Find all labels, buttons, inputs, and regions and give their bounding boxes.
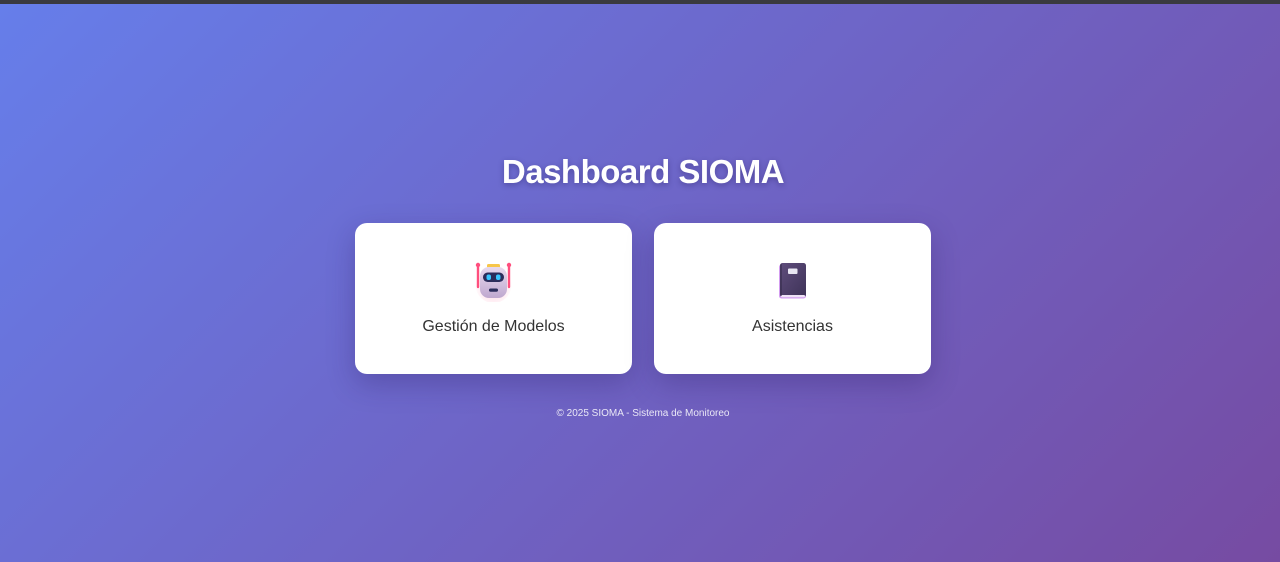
top-border xyxy=(0,0,1280,4)
card-label: Asistencias xyxy=(752,318,833,335)
page-title: Dashboard SIOMA xyxy=(501,153,785,190)
dashboard-cards: Gestión de Modelos Asistencias xyxy=(355,223,931,374)
card-gestion-modelos[interactable]: Gestión de Modelos xyxy=(355,223,632,374)
robot-icon xyxy=(475,262,512,302)
notebook-icon xyxy=(779,263,806,299)
card-asistencias[interactable]: Asistencias xyxy=(654,223,931,374)
footer-copyright: © 2025 SIOMA - Sistema de Monitoreo xyxy=(556,408,730,419)
card-label: Gestión de Modelos xyxy=(422,318,565,335)
